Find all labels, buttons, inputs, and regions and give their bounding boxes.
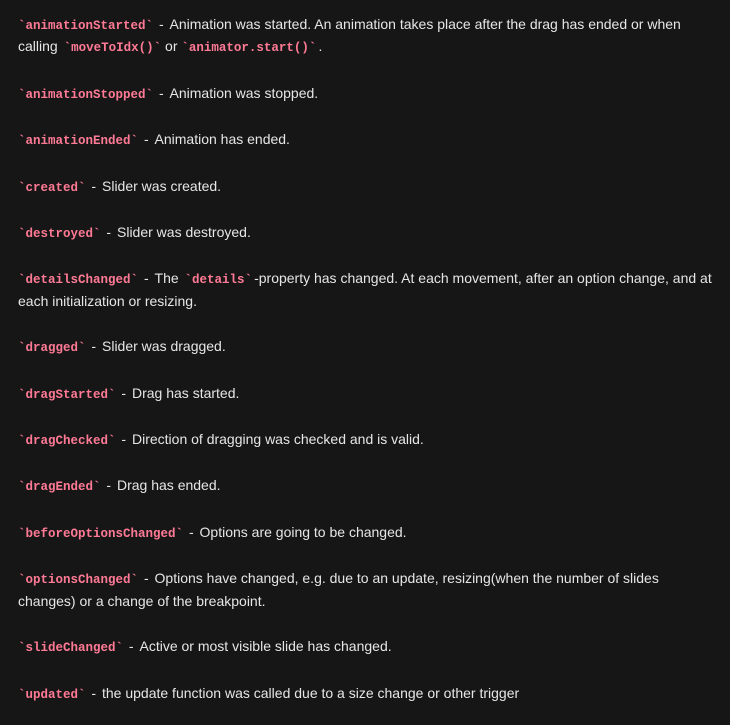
- event-desc-post: .: [318, 38, 322, 54]
- event-desc: Slider was destroyed.: [117, 224, 251, 240]
- separator: -: [140, 131, 152, 147]
- event-key-code: dragged: [18, 341, 86, 355]
- separator: -: [103, 477, 115, 493]
- event-desc: Options are going to be changed.: [200, 524, 407, 540]
- event-key-code: optionsChanged: [18, 573, 138, 587]
- event-key-code: dragEnded: [18, 480, 101, 494]
- separator: -: [118, 431, 130, 447]
- separator: -: [185, 524, 197, 540]
- event-key-code: animationStopped: [18, 88, 153, 102]
- event-key-code: destroyed: [18, 227, 101, 241]
- joiner: or: [161, 38, 181, 54]
- separator: -: [88, 338, 100, 354]
- separator: -: [88, 178, 100, 194]
- event-desc: Animation was stopped.: [170, 85, 319, 101]
- event-desc: Drag has ended.: [117, 477, 221, 493]
- event-desc: the update function was called due to a …: [102, 685, 519, 701]
- event-desc: The: [155, 270, 183, 286]
- separator: -: [103, 224, 115, 240]
- event-entry: optionsChanged - Options have changed, e…: [18, 568, 712, 612]
- event-entry: created - Slider was created.: [18, 176, 712, 198]
- event-key-code: detailsChanged: [18, 273, 138, 287]
- separator: -: [140, 570, 152, 586]
- event-key-code: beforeOptionsChanged: [18, 527, 183, 541]
- inline-code: animator.start(): [181, 41, 316, 55]
- event-desc: Active or most visible slide has changed…: [140, 638, 392, 654]
- event-desc: Drag has started.: [132, 385, 239, 401]
- event-key-code: updated: [18, 688, 86, 702]
- inline-code: moveToIdx(): [64, 41, 162, 55]
- event-key-code: dragStarted: [18, 388, 116, 402]
- event-key-code: slideChanged: [18, 641, 123, 655]
- event-entry: dragChecked - Direction of dragging was …: [18, 429, 712, 451]
- separator: -: [88, 685, 100, 701]
- event-key-code: created: [18, 181, 86, 195]
- separator: -: [125, 638, 137, 654]
- event-entry: dragEnded - Drag has ended.: [18, 475, 712, 497]
- event-desc: Slider was created.: [102, 178, 221, 194]
- event-entry: detailsChanged - The details-property ha…: [18, 268, 712, 312]
- event-entry: destroyed - Slider was destroyed.: [18, 222, 712, 244]
- event-key-code: dragChecked: [18, 434, 116, 448]
- event-entry: beforeOptionsChanged - Options are going…: [18, 522, 712, 544]
- event-key-code: animationEnded: [18, 134, 138, 148]
- event-desc: Direction of dragging was checked and is…: [132, 431, 424, 447]
- event-entry: dragStarted - Drag has started.: [18, 383, 712, 405]
- event-entry: animationStopped - Animation was stopped…: [18, 83, 712, 105]
- event-entry: animationStarted - Animation was started…: [18, 14, 712, 59]
- separator: -: [155, 85, 167, 101]
- event-entry: animationEnded - Animation has ended.: [18, 129, 712, 151]
- event-entry: dragged - Slider was dragged.: [18, 336, 712, 358]
- event-key-code: animationStarted: [18, 19, 153, 33]
- event-desc: Animation has ended.: [155, 131, 290, 147]
- event-entry: updated - the update function was called…: [18, 683, 712, 705]
- event-desc: Slider was dragged.: [102, 338, 226, 354]
- separator: -: [118, 385, 130, 401]
- inline-code: details: [185, 273, 253, 287]
- separator: -: [140, 270, 152, 286]
- event-list: animationStarted - Animation was started…: [0, 0, 730, 725]
- separator: -: [155, 16, 167, 32]
- event-entry: slideChanged - Active or most visible sl…: [18, 636, 712, 658]
